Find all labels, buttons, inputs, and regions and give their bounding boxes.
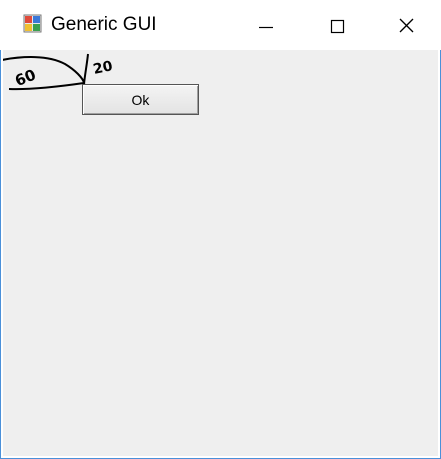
ok-button[interactable]: Ok (82, 84, 199, 115)
minimize-button[interactable] (237, 0, 295, 50)
app-window: Generic GUI 60 20 Ok (0, 0, 441, 459)
minimize-icon (259, 26, 273, 29)
close-button[interactable] (380, 0, 438, 50)
window-border-left (0, 50, 1, 459)
client-area (3, 50, 438, 456)
maximize-icon (330, 19, 345, 34)
sketch-label-right: 20 (92, 58, 115, 78)
app-icon (23, 14, 42, 33)
title-bar[interactable]: Generic GUI (0, 0, 441, 50)
maximize-button[interactable] (310, 0, 368, 50)
close-icon (399, 18, 414, 33)
sketch-label-left: 60 (12, 66, 38, 91)
window-title: Generic GUI (51, 14, 157, 35)
